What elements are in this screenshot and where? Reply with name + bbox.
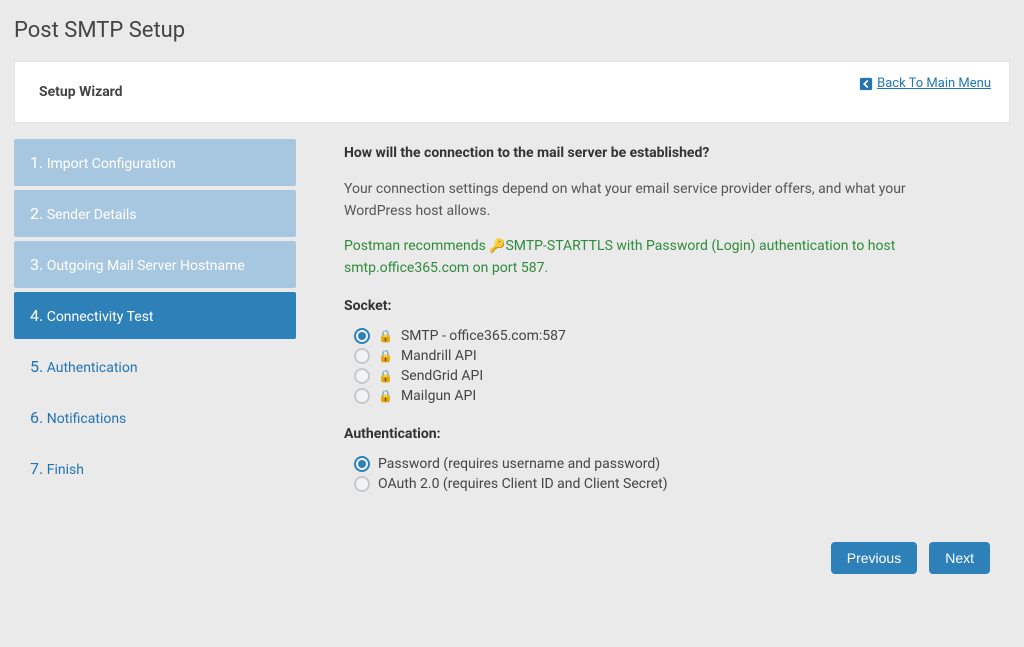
auth-option-label: Password (requires username and password… [378,456,660,472]
wizard-content: How will the connection to the mail serv… [344,139,1010,514]
auth-option-password[interactable]: Password (requires username and password… [354,454,1002,474]
wizard-steps: 1. Import Configuration 2. Sender Detail… [14,139,296,492]
step-label: Notifications [47,411,127,427]
step-connectivity-test[interactable]: 4. Connectivity Test [14,292,296,339]
step-label: Authentication [47,360,138,376]
lock-icon: 🔒 [378,369,393,383]
step-number: 4. [30,306,43,325]
step-number: 6. [30,408,43,427]
previous-button[interactable]: Previous [831,542,917,574]
step-number: 7. [30,459,43,478]
socket-option-label: SMTP - office365.com:587 [401,328,566,344]
radio-input[interactable] [354,328,370,344]
socket-option-mailgun[interactable]: 🔒 Mailgun API [354,386,1002,406]
radio-input[interactable] [354,368,370,384]
step-number: 5. [30,357,43,376]
step-number: 3. [30,255,43,274]
socket-option-sendgrid[interactable]: 🔒 SendGrid API [354,366,1002,386]
step-finish[interactable]: 7. Finish [14,445,296,492]
step-label: Sender Details [47,207,137,223]
wizard-title: Setup Wizard [33,84,991,100]
back-to-main-link[interactable]: Back To Main Menu [859,76,991,91]
back-arrow-icon [859,77,873,91]
socket-option-label: Mandrill API [401,348,477,364]
wizard-wrap: 1. Import Configuration 2. Sender Detail… [14,139,1010,514]
step-notifications[interactable]: 6. Notifications [14,394,296,441]
auth-radio-group: Password (requires username and password… [354,454,1002,494]
step-number: 2. [30,204,43,223]
socket-option-mandrill[interactable]: 🔒 Mandrill API [354,346,1002,366]
socket-section-label: Socket: [344,298,1002,314]
socket-radio-group: 🔒 SMTP - office365.com:587 🔒 Mandrill AP… [354,326,1002,406]
page-title: Post SMTP Setup [0,0,1024,61]
content-description: Your connection settings depend on what … [344,179,954,222]
key-icon: 🔑 [489,237,505,257]
recommend-prefix: Postman recommends [344,238,489,254]
lock-icon: 🔒 [378,389,393,403]
auth-section-label: Authentication: [344,426,1002,442]
socket-option-label: Mailgun API [401,388,476,404]
radio-input[interactable] [354,388,370,404]
back-link-label: Back To Main Menu [877,76,991,91]
radio-input[interactable] [354,348,370,364]
step-label: Import Configuration [47,156,176,172]
socket-option-label: SendGrid API [401,368,483,384]
next-button[interactable]: Next [929,542,990,574]
step-authentication[interactable]: 5. Authentication [14,343,296,390]
wizard-header-card: Setup Wizard Back To Main Menu [14,61,1010,123]
wizard-footer-actions: Previous Next [0,542,1024,574]
auth-option-oauth[interactable]: OAuth 2.0 (requires Client ID and Client… [354,474,1002,494]
step-import-configuration[interactable]: 1. Import Configuration [14,139,296,186]
lock-icon: 🔒 [378,329,393,343]
step-label: Finish [47,462,84,478]
step-sender-details[interactable]: 2. Sender Details [14,190,296,237]
step-label: Outgoing Mail Server Hostname [47,258,245,274]
socket-option-smtp[interactable]: 🔒 SMTP - office365.com:587 [354,326,1002,346]
recommendation-text: Postman recommends 🔑SMTP-STARTTLS with P… [344,236,954,279]
radio-input[interactable] [354,476,370,492]
step-number: 1. [30,153,43,172]
step-outgoing-hostname[interactable]: 3. Outgoing Mail Server Hostname [14,241,296,288]
lock-icon: 🔒 [378,349,393,363]
radio-input[interactable] [354,456,370,472]
step-label: Connectivity Test [47,309,154,325]
content-heading: How will the connection to the mail serv… [344,145,1002,161]
auth-option-label: OAuth 2.0 (requires Client ID and Client… [378,476,668,492]
